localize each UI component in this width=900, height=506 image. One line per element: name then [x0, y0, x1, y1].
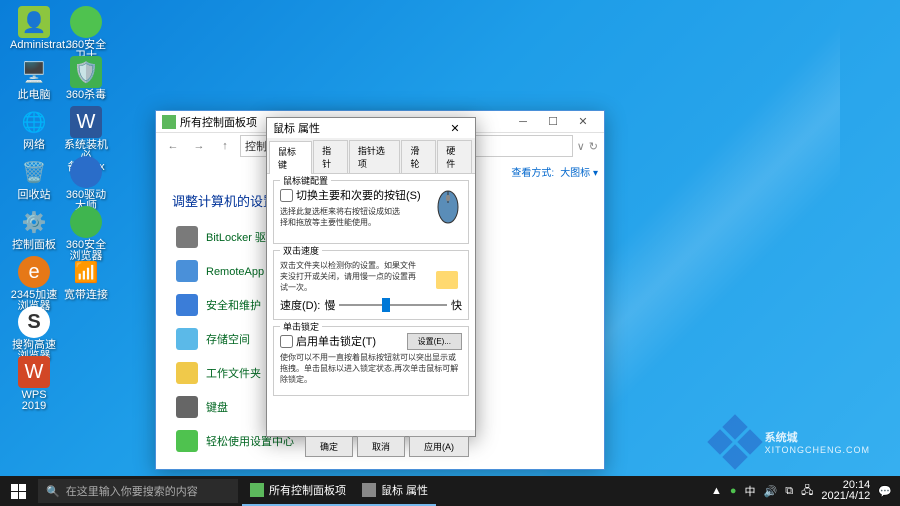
cancel-button[interactable]: 取消 — [357, 436, 405, 457]
tab-pointer-options[interactable]: 指针选项 — [349, 140, 401, 173]
desktop-icon-recycle[interactable]: 🗑️回收站 — [10, 156, 58, 201]
desktop-icon-2345[interactable]: e2345加速浏览器 — [10, 256, 58, 312]
tray-icon[interactable]: ● — [730, 485, 737, 497]
watermark: 系统城 XITONGCHENG.COM — [711, 418, 870, 466]
desktop-icon-sogou[interactable]: S搜狗高速浏览器 — [10, 306, 58, 362]
speed-slider[interactable]: 速度(D): 慢 快 — [280, 297, 462, 313]
apply-button[interactable]: 应用(A) — [409, 436, 469, 457]
maximize-button[interactable]: ☐ — [538, 112, 568, 132]
view-mode-dropdown[interactable]: 大图标 ▾ — [560, 164, 598, 179]
system-tray: ▲ ● 中 🔊 ⧉ 🖧 20:14 2021/4/12 💬 — [703, 480, 900, 502]
close-button[interactable]: ✕ — [568, 112, 598, 132]
taskbar-item-cp[interactable]: 所有控制面板项 — [242, 476, 354, 506]
cp-taskbar-icon — [250, 483, 264, 497]
search-icon: 🔍 — [46, 485, 60, 498]
desktop-icon-360safe[interactable]: 360安全卫士 — [62, 6, 110, 62]
tray-icon[interactable]: 中 — [745, 483, 756, 499]
desktop-icon-cp[interactable]: ⚙️控制面板 — [10, 206, 58, 251]
button-config-group: 鼠标键配置 切换主要和次要的按钮(S) 选择此复选框来将右按钮设成如选择和拖放等… — [273, 180, 469, 244]
dialog-titlebar[interactable]: 鼠标 属性 ✕ — [267, 118, 475, 138]
tab-pointer[interactable]: 指针 — [313, 140, 348, 173]
tray-icon[interactable]: ⧉ — [785, 485, 793, 498]
view-label: 查看方式: — [511, 164, 554, 179]
doubleclick-group: 双击速度 双击文件夹以检测你的设置。如果文件夹没打开或关闭，请用慢一点的设置再试… — [273, 250, 469, 320]
tab-wheel[interactable]: 滑轮 — [401, 140, 436, 173]
desktop-icon-wps[interactable]: WWPS 2019 — [10, 356, 58, 412]
notifications-icon[interactable]: 💬 — [878, 485, 892, 498]
desktop-icon-network[interactable]: 🌐网络 — [10, 106, 58, 151]
taskbar: 🔍 在这里输入你要搜索的内容 所有控制面板项 鼠标 属性 ▲ ● 中 🔊 ⧉ 🖧… — [0, 476, 900, 506]
clicklock-group: 单击锁定 设置(E)... 启用单击锁定(T) 使你可以不用一直按着鼠标按钮就可… — [273, 326, 469, 396]
desktop-icon-360drv[interactable]: 360驱动大师 — [62, 156, 110, 212]
cp-title: 所有控制面板项 — [180, 114, 257, 130]
dialog-close-button[interactable]: ✕ — [441, 122, 469, 135]
desktop-icon-360browser[interactable]: 360安全浏览器 — [62, 206, 110, 262]
desktop-icon-broadband[interactable]: 📶宽带连接 — [62, 256, 110, 301]
dialog-title: 鼠标 属性 — [273, 120, 320, 136]
ok-button[interactable]: 确定 — [305, 436, 353, 457]
mouse-icon — [436, 189, 460, 225]
forward-button[interactable]: → — [188, 135, 210, 157]
clicklock-checkbox[interactable]: 启用单击锁定(T) — [280, 333, 407, 349]
swap-buttons-checkbox[interactable]: 切换主要和次要的按钮(S) — [280, 187, 462, 203]
tab-hardware[interactable]: 硬件 — [437, 140, 472, 173]
tray-icon[interactable]: 🔊 — [764, 485, 778, 498]
test-folder-icon[interactable] — [436, 271, 458, 289]
desktop-icon-360av[interactable]: 🛡️360杀毒 — [62, 56, 110, 101]
up-button[interactable]: ↑ — [214, 135, 236, 157]
mouse-taskbar-icon — [362, 483, 376, 497]
tab-buttons[interactable]: 鼠标键 — [269, 141, 312, 174]
dialog-tabs: 鼠标键 指针 指针选项 滑轮 硬件 — [267, 138, 475, 174]
desktop-icon-admin[interactable]: 👤Administrat... — [10, 6, 58, 51]
search-input[interactable]: 🔍 在这里输入你要搜索的内容 — [38, 479, 238, 503]
cp-icon — [162, 115, 176, 129]
clock[interactable]: 20:14 2021/4/12 — [821, 480, 870, 502]
settings-button[interactable]: 设置(E)... — [407, 333, 462, 350]
start-button[interactable] — [0, 476, 36, 506]
taskbar-item-mouse[interactable]: 鼠标 属性 — [354, 476, 436, 506]
network-icon[interactable]: 🖧 — [801, 482, 813, 501]
tray-icon[interactable]: ▲ — [711, 485, 722, 497]
minimize-button[interactable]: ─ — [508, 112, 538, 132]
back-button[interactable]: ← — [162, 135, 184, 157]
mouse-properties-dialog: 鼠标 属性 ✕ 鼠标键 指针 指针选项 滑轮 硬件 鼠标键配置 切换主要和次要的… — [266, 117, 476, 437]
desktop-icon-pc[interactable]: 🖥️此电脑 — [10, 56, 58, 101]
